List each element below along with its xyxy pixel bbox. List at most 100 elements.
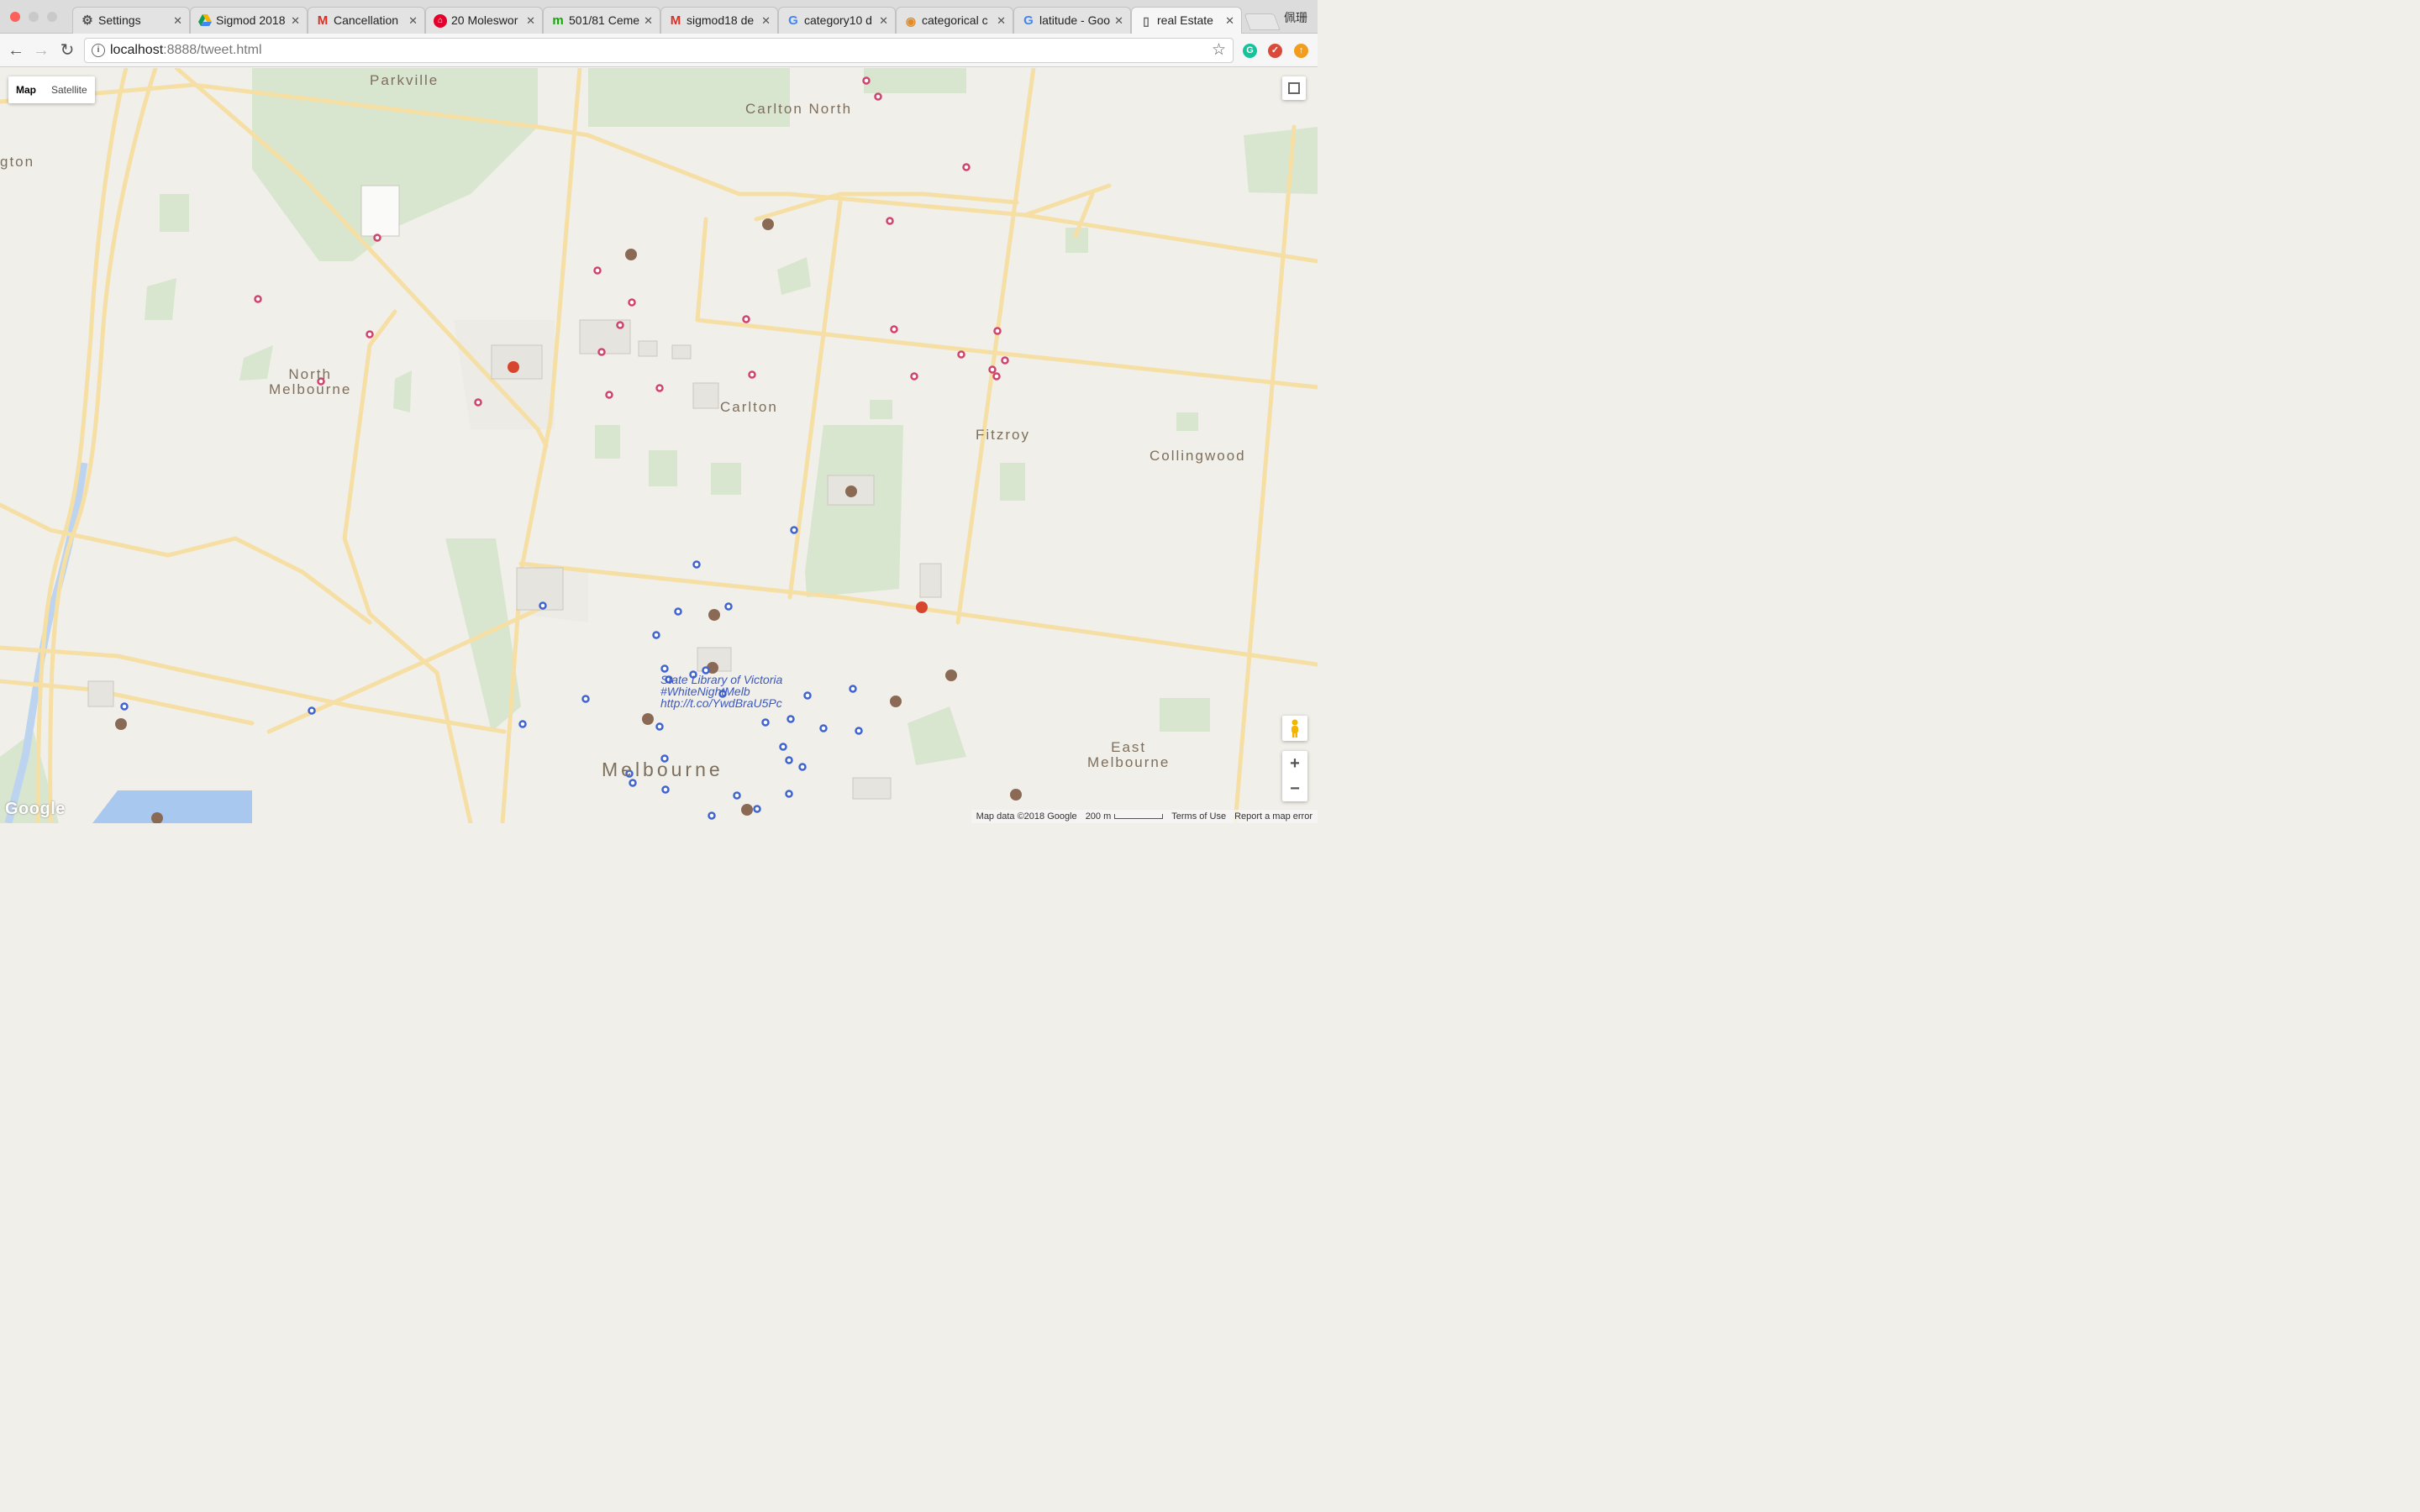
- tab-20-moleswor[interactable]: ⌂ 20 Moleswor ✕: [425, 7, 543, 34]
- tab-category10[interactable]: G category10 d ✕: [778, 7, 896, 34]
- real-estate-marker[interactable]: [366, 330, 374, 339]
- tweet-marker[interactable]: [539, 601, 547, 610]
- close-tab-icon[interactable]: ✕: [408, 8, 418, 34]
- real-estate-marker[interactable]: [474, 398, 482, 407]
- real-estate-marker[interactable]: [862, 76, 871, 85]
- real-estate-marker[interactable]: [373, 234, 381, 242]
- close-tab-icon[interactable]: ✕: [291, 8, 300, 34]
- address-bar[interactable]: i localhost:8888/tweet.html ☆: [84, 38, 1234, 63]
- close-tab-icon[interactable]: ✕: [526, 8, 535, 34]
- tweet-marker[interactable]: [785, 790, 793, 798]
- close-tab-icon[interactable]: ✕: [1225, 8, 1234, 34]
- tweet-marker[interactable]: [655, 722, 664, 731]
- real-estate-marker[interactable]: [988, 365, 997, 374]
- url-text[interactable]: localhost:8888/tweet.html: [110, 43, 262, 58]
- real-estate-marker[interactable]: [616, 321, 624, 329]
- zoom-out-button[interactable]: −: [1282, 776, 1307, 801]
- grammarly-extension-icon[interactable]: G: [1243, 44, 1257, 58]
- back-arrow-icon[interactable]: ←: [6, 40, 26, 60]
- tweet-marker[interactable]: [629, 779, 637, 787]
- tab-cancellation[interactable]: M Cancellation ✕: [308, 7, 425, 34]
- tweet-marker[interactable]: [518, 720, 527, 728]
- tab-categorical[interactable]: ◉ categorical c ✕: [896, 7, 1013, 34]
- terms-link[interactable]: Terms of Use: [1171, 810, 1226, 823]
- suburb-label-east-melbourne: East Melbourne: [1087, 739, 1171, 770]
- tab-real-estate[interactable]: ▯ real Estate ✕: [1131, 7, 1242, 34]
- tweet-marker[interactable]: [733, 791, 741, 800]
- tweet-marker[interactable]: [803, 691, 812, 700]
- real-estate-marker[interactable]: [655, 384, 664, 392]
- tweet-marker[interactable]: [790, 526, 798, 534]
- real-estate-marker[interactable]: [874, 92, 882, 101]
- tweet-marker[interactable]: [120, 702, 129, 711]
- tweet-marker[interactable]: [779, 743, 787, 751]
- info-icon[interactable]: i: [92, 44, 105, 57]
- report-error-link[interactable]: Report a map error: [1234, 810, 1313, 823]
- zoom-in-button[interactable]: +: [1282, 751, 1307, 776]
- tweet-marker[interactable]: [761, 718, 770, 727]
- map-type-satellite-button[interactable]: Satellite: [44, 76, 95, 103]
- tab-label: Sigmod 2018: [216, 13, 286, 27]
- tweet-marker[interactable]: [652, 631, 660, 639]
- tab-sigmod18-de[interactable]: M sigmod18 de ✕: [660, 7, 778, 34]
- real-estate-marker[interactable]: [1001, 356, 1009, 365]
- upload-extension-icon[interactable]: ↑: [1294, 44, 1308, 58]
- tab-label: category10 d: [804, 13, 872, 27]
- real-estate-marker[interactable]: [993, 327, 1002, 335]
- google-logo[interactable]: Google: [5, 800, 66, 819]
- real-estate-marker[interactable]: [254, 295, 262, 303]
- tweet-marker[interactable]: [855, 727, 863, 735]
- tweet-marker[interactable]: [798, 763, 807, 771]
- scale-bar[interactable]: 200 m: [1086, 810, 1164, 823]
- tweet-marker[interactable]: [660, 664, 669, 673]
- tweet-marker[interactable]: [708, 811, 716, 820]
- tweet-marker[interactable]: [724, 602, 733, 611]
- forward-arrow-icon[interactable]: →: [31, 40, 51, 60]
- new-tab-button[interactable]: [1244, 13, 1281, 30]
- reload-icon[interactable]: ↻: [57, 40, 77, 60]
- zoom-window-button[interactable]: [47, 12, 57, 22]
- color-extension-icon[interactable]: ✓: [1268, 44, 1282, 58]
- tab-settings[interactable]: ⚙ Settings ✕: [72, 7, 190, 34]
- close-tab-icon[interactable]: ✕: [761, 8, 771, 34]
- minimize-window-button[interactable]: [29, 12, 39, 22]
- tweet-marker[interactable]: [849, 685, 857, 693]
- real-estate-marker[interactable]: [748, 370, 756, 379]
- close-tab-icon[interactable]: ✕: [997, 8, 1006, 34]
- tab-501-81-ceme[interactable]: m 501/81 Ceme ✕: [543, 7, 660, 34]
- real-estate-marker[interactable]: [957, 350, 965, 359]
- fullscreen-icon[interactable]: [1282, 76, 1306, 100]
- real-estate-marker[interactable]: [593, 266, 602, 275]
- real-estate-marker[interactable]: [628, 298, 636, 307]
- street-view-pegman-icon[interactable]: [1282, 716, 1307, 741]
- profile-name[interactable]: 佩珊: [1284, 9, 1307, 26]
- map-canvas[interactable]: [0, 68, 1318, 823]
- tweet-marker[interactable]: [819, 724, 828, 732]
- tweet-marker[interactable]: [661, 785, 670, 794]
- tweet-marker[interactable]: [753, 805, 761, 813]
- tweet-marker[interactable]: [308, 706, 316, 715]
- tab-latitude[interactable]: G latitude - Goo ✕: [1013, 7, 1131, 34]
- real-estate-marker[interactable]: [597, 348, 606, 356]
- real-estate-marker[interactable]: [605, 391, 613, 399]
- tab-sigmod-2018[interactable]: Sigmod 2018 ✕: [190, 7, 308, 34]
- tweet-marker[interactable]: [786, 715, 795, 723]
- tweet-marker[interactable]: [581, 695, 590, 703]
- tweet-marker[interactable]: [785, 756, 793, 764]
- real-estate-marker[interactable]: [742, 315, 750, 323]
- tweet-marker[interactable]: [692, 560, 701, 569]
- real-estate-marker[interactable]: [886, 217, 894, 225]
- close-tab-icon[interactable]: ✕: [644, 8, 653, 34]
- real-estate-marker[interactable]: [992, 372, 1001, 381]
- map-type-map-button[interactable]: Map: [8, 76, 44, 103]
- real-estate-marker[interactable]: [962, 163, 971, 171]
- close-tab-icon[interactable]: ✕: [173, 8, 182, 34]
- close-window-button[interactable]: [10, 12, 20, 22]
- google-map[interactable]: Parkville Carlton North gton North Melbo…: [0, 68, 1318, 823]
- bookmark-star-icon[interactable]: ☆: [1212, 40, 1226, 60]
- close-tab-icon[interactable]: ✕: [879, 8, 888, 34]
- tweet-marker[interactable]: [674, 607, 682, 616]
- real-estate-marker[interactable]: [890, 325, 898, 333]
- real-estate-marker[interactable]: [910, 372, 918, 381]
- close-tab-icon[interactable]: ✕: [1114, 8, 1123, 34]
